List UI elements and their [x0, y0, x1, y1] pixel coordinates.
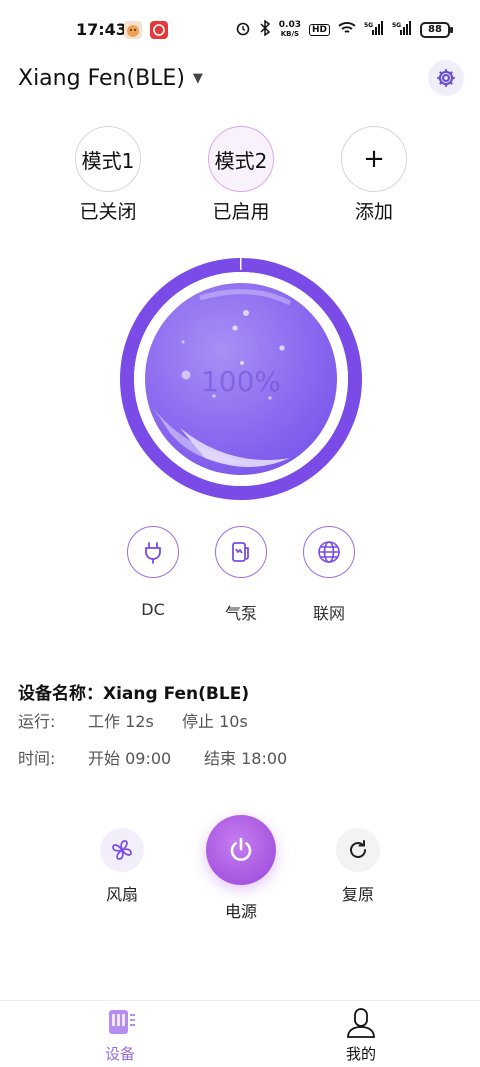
air-pump-button[interactable] [215, 526, 267, 578]
refresh-icon [350, 840, 366, 858]
gear-icon [437, 69, 455, 87]
device-name-row: 设备名称：Xiang Fen(BLE) [18, 679, 249, 704]
level-gauge: 100% [120, 258, 362, 500]
run-label: 运行: [18, 712, 56, 731]
reset-label: 复原 [341, 885, 374, 904]
svg-text:5G: 5G [364, 22, 373, 29]
status-indicators: 0.03 KB/S HD 5G 5G 88 [235, 19, 453, 39]
end-time: 结束 18:00 [204, 749, 288, 768]
caret-down-icon: ▼ [192, 71, 203, 86]
mode-1-status: 已关闭 [79, 201, 137, 223]
user-icon [347, 1008, 375, 1038]
stop-duration: 停止 10s [182, 712, 248, 731]
battery-indicator: 88 [420, 21, 453, 38]
notification-app-icon [124, 21, 142, 39]
alarm-icon [235, 20, 251, 39]
power-label: 电源 [224, 902, 257, 921]
mode-2-status: 已启用 [212, 201, 270, 223]
signal-icon-2: 5G [392, 21, 412, 38]
dc-label: DC [141, 600, 165, 619]
bluetooth-icon [259, 19, 271, 39]
time-row: 时间: 开始 09:00 结束 18:00 [18, 745, 458, 768]
mode-2-button[interactable]: 模式2 [208, 126, 274, 192]
time-label: 时间: [18, 749, 56, 768]
svg-text:5G: 5G [392, 22, 401, 29]
device-tab-icon [109, 1010, 135, 1034]
mode-1-button[interactable]: 模式1 [75, 126, 141, 192]
work-duration: 工作 12s [88, 712, 154, 731]
fan-button[interactable] [100, 828, 144, 872]
settings-button[interactable] [428, 60, 464, 96]
run-row: 运行: 工作 12s 停止 10s [18, 708, 458, 731]
notification-app-icon-2 [150, 21, 168, 39]
start-time: 开始 09:00 [88, 749, 172, 768]
device-title: Xiang Fen(BLE) [18, 66, 185, 91]
air-pump-icon [232, 542, 249, 562]
hd-badge: HD [308, 23, 330, 36]
dc-button[interactable] [127, 526, 179, 578]
device-name-label: 设备名称： [18, 684, 103, 704]
reset-button[interactable] [336, 828, 380, 872]
tab-device-label: 设备 [104, 1045, 135, 1063]
power-icon [230, 837, 252, 861]
globe-icon [318, 541, 340, 563]
fan-icon [112, 840, 132, 860]
tab-mine[interactable]: 我的 [321, 1006, 401, 1064]
network-label: 联网 [312, 604, 345, 623]
fan-label: 风扇 [105, 885, 138, 904]
gauge-level-text: 100% [201, 365, 281, 398]
device-selector[interactable]: Xiang Fen(BLE) ▼ [18, 66, 203, 91]
net-speed: 0.03 KB/S [278, 19, 301, 38]
wifi-icon [338, 21, 356, 38]
network-button[interactable] [303, 526, 355, 578]
power-button[interactable] [206, 815, 276, 885]
add-mode-button[interactable]: + [341, 126, 407, 192]
signal-icon-1: 5G [364, 21, 384, 38]
air-pump-label: 气泵 [224, 604, 257, 623]
bottom-nav [0, 1000, 480, 1067]
device-name-value: Xiang Fen(BLE) [103, 684, 250, 704]
tab-device[interactable]: 设备 [80, 1006, 160, 1064]
add-mode-label: 添加 [354, 201, 393, 223]
tab-mine-label: 我的 [345, 1045, 376, 1063]
plug-icon [145, 542, 161, 564]
status-time: 17:43 [76, 20, 127, 39]
